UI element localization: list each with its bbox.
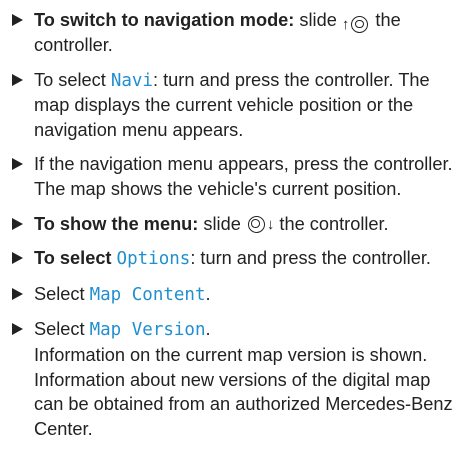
menu-term-navi: Navi: [110, 70, 153, 91]
step-text: slide: [294, 10, 342, 30]
step-text: To select: [34, 69, 111, 90]
menu-term-map-content: Map Content: [89, 284, 206, 305]
menu-term-map-version: Map Version: [89, 320, 206, 341]
step-select-options: To select Options: turn and press the co…: [10, 246, 454, 272]
bullet-triangle-icon: [12, 323, 23, 336]
controller-slide-up-icon: ↑: [342, 16, 371, 33]
step-select-map-version: Select Map Version. Information on the c…: [10, 317, 454, 441]
step-text: .: [205, 283, 211, 304]
step-text: Select: [34, 319, 90, 340]
step-text: If the navigation menu appears, press th…: [34, 154, 453, 175]
step-lead: To show the menu:: [34, 213, 199, 234]
step-select-map-content: Select Map Content.: [10, 282, 454, 308]
step-lead: To select: [34, 248, 117, 269]
step-result: The map shows the vehicle's current posi…: [34, 178, 402, 199]
step-result: Information on the current map version i…: [34, 344, 453, 439]
step-switch-navigation: To switch to navigation mode: slide ↑ th…: [10, 8, 454, 58]
step-press-controller: If the navigation menu appears, press th…: [10, 152, 454, 201]
step-text: Select: [34, 283, 90, 304]
step-text: slide: [198, 213, 246, 234]
bullet-triangle-icon: [12, 252, 23, 265]
step-lead: To switch to navigation mode:: [34, 10, 295, 30]
step-text: the controller.: [274, 213, 389, 234]
step-text: .: [205, 319, 211, 340]
step-show-menu: To show the menu: slide ↓ the controller…: [10, 212, 454, 237]
controller-slide-down-icon: ↓: [246, 215, 274, 233]
bullet-triangle-icon: [12, 73, 23, 86]
bullet-triangle-icon: [12, 217, 23, 230]
menu-term-options: Options: [116, 249, 191, 270]
step-select-navi: To select Navi: turn and press the contr…: [10, 68, 454, 143]
bullet-triangle-icon: [12, 158, 23, 171]
bullet-triangle-icon: [12, 14, 23, 26]
instruction-list: To switch to navigation mode: slide ↑ th…: [0, 0, 468, 471]
step-text: : turn and press the con­troller.: [190, 248, 431, 269]
bullet-triangle-icon: [12, 287, 23, 300]
